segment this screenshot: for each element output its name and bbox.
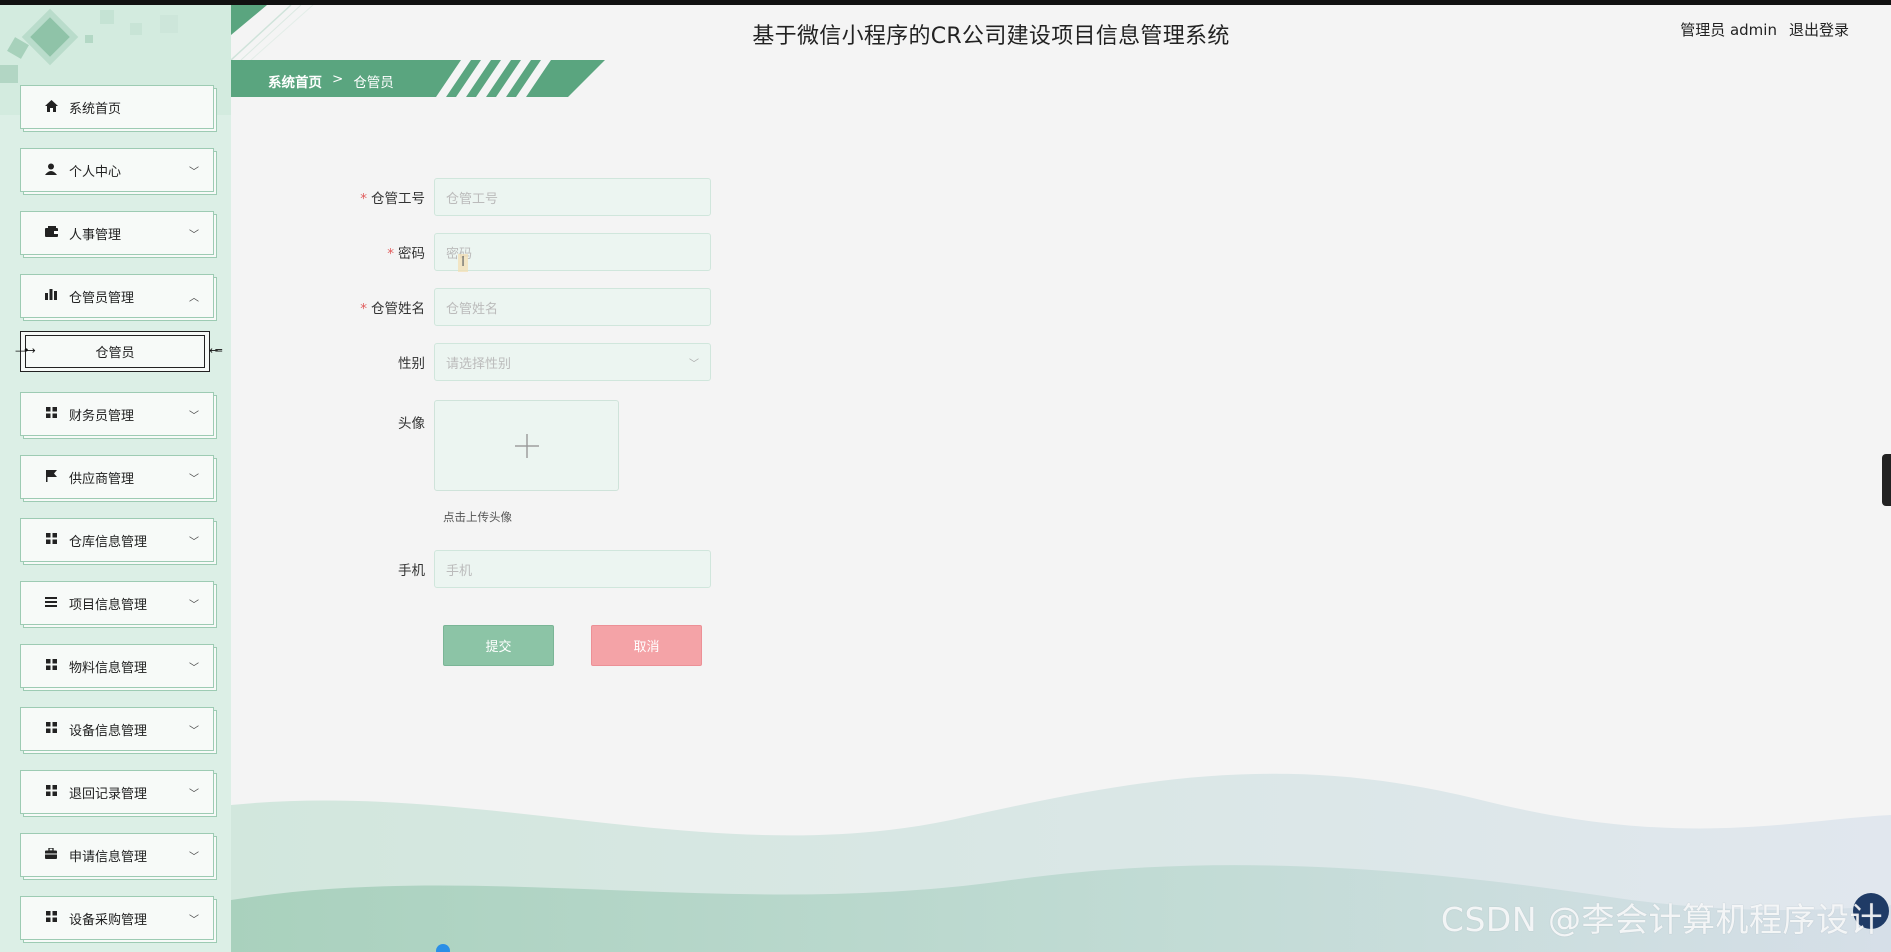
breadcrumb-home[interactable]: 系统首页 [268,71,322,91]
gender-select[interactable]: 请选择性别 ﹀ [434,343,711,381]
chevron-down-icon: ﹀ [189,166,199,178]
chevron-down-icon: ﹀ [189,851,199,863]
sidebar-item-label: 仓管员管理 [69,290,135,306]
chevron-down-icon: ﹀ [689,359,699,370]
grid-icon [43,533,59,547]
required-star: * [360,301,367,317]
sidebar-item-return-records[interactable]: 退回记录管理 ﹀ [20,770,214,814]
list-icon [43,596,59,610]
sidebar-subitem-label: 仓管员 [95,346,135,361]
sidebar-item-label: 物料信息管理 [69,660,148,676]
form-row-gender: 性别 请选择性别 ﹀ [350,343,750,381]
sidebar-item-warehouse-info[interactable]: 仓库信息管理 ﹀ [20,518,214,562]
grid-icon [43,659,59,673]
phone-label: 手机 [398,563,425,579]
chevron-down-icon: ﹀ [189,410,199,422]
page-title: 基于微信小程序的CR公司建设项目信息管理系统 [752,24,1230,49]
grid-icon [43,911,59,925]
plus-icon [514,433,539,458]
sidebar: 系统首页 个人中心 ﹀ 人事管理 ﹀ 仓管员管理 ︿ —•→ 仓管员 ←═ 财务… [0,5,231,952]
arrow-left-icon: ←═ [209,344,222,357]
chevron-down-icon: ﹀ [189,599,199,611]
sidebar-item-label: 退回记录管理 [69,786,148,802]
sidebar-item-label: 项目信息管理 [69,597,148,613]
user-label: 管理员 admin [1680,21,1777,39]
password-input[interactable]: 密码 [434,233,711,271]
sidebar-item-hr[interactable]: 人事管理 ﹀ [20,211,214,255]
breadcrumb-current: 仓管员 [353,75,394,91]
form-row-staff-id: * 仓管工号 仓管工号 [350,178,750,216]
sidebar-item-equipment-info[interactable]: 设备信息管理 ﹀ [20,707,214,751]
sidebar-item-label: 申请信息管理 [69,849,148,865]
chevron-down-icon: ﹀ [189,473,199,485]
avatar-label: 头像 [398,416,425,432]
chevron-down-icon: ﹀ [189,725,199,737]
sidebar-item-project-info[interactable]: 项目信息管理 ﹀ [20,581,214,625]
sidebar-item-warehouse-staff[interactable]: 仓管员管理 ︿ [20,274,214,318]
briefcase-icon [43,847,59,862]
sidebar-item-label: 设备信息管理 [69,723,148,739]
sidebar-subitem-warehouse-staff[interactable]: —•→ 仓管员 ←═ [15,331,222,372]
user-icon [43,163,59,178]
status-dot [436,944,450,952]
chevron-down-icon: ﹀ [189,536,199,548]
gender-label: 性别 [398,356,425,372]
grid-icon [43,722,59,736]
watermark-text: CSDN @李会计算机程序设计 [1440,900,1883,939]
sidebar-item-label: 供应商管理 [69,471,135,487]
sidebar-item-label: 财务员管理 [69,408,135,424]
password-label: * 密码 [387,246,425,262]
bar-chart-icon [43,289,59,303]
sidebar-item-equipment-purchase[interactable]: 设备采购管理 ﹀ [20,896,214,940]
chevron-up-icon: ︿ [189,292,199,304]
sidebar-item-label: 个人中心 [69,164,122,180]
avatar-upload[interactable] [434,400,619,491]
text-cursor-icon: I [458,254,468,272]
sidebar-item-label: 人事管理 [69,227,122,243]
sidebar-item-finance-staff[interactable]: 财务员管理 ﹀ [20,392,214,436]
sidebar-item-application-info[interactable]: 申请信息管理 ﹀ [20,833,214,877]
grid-icon [43,407,59,421]
breadcrumb: 系统首页 > 仓管员 [268,71,394,91]
flag-icon [43,469,59,485]
chevron-down-icon: ﹀ [189,788,199,800]
chevron-down-icon: ﹀ [189,914,199,926]
sidebar-item-label: 设备采购管理 [69,912,148,928]
staff-id-input[interactable]: 仓管工号 [434,178,711,216]
sidebar-item-personal-center[interactable]: 个人中心 ﹀ [20,148,214,192]
form-row-staff-name: * 仓管姓名 仓管姓名 [350,288,750,326]
sidebar-item-home[interactable]: 系统首页 [20,85,214,129]
staff-name-input[interactable]: 仓管姓名 [434,288,711,326]
wallet-icon [43,226,59,240]
submit-button[interactable]: 提交 [443,625,554,666]
scrollbar-thumb[interactable] [1882,454,1891,506]
staff-id-label: * 仓管工号 [360,191,425,207]
form-row-avatar: 头像 [350,400,750,491]
logout-link[interactable]: 退出登录 [1789,19,1849,40]
home-icon [43,99,59,115]
phone-input[interactable]: 手机 [434,550,711,588]
user-area: 管理员 admin 退出登录 [1680,19,1849,40]
required-star: * [387,246,394,262]
form-row-phone: 手机 手机 [350,550,750,588]
staff-name-label: * 仓管姓名 [360,301,425,317]
sidebar-item-label: 系统首页 [69,101,122,117]
sidebar-item-material-info[interactable]: 物料信息管理 ﹀ [20,644,214,688]
cancel-button[interactable]: 取消 [591,625,702,666]
chevron-down-icon: ﹀ [189,229,199,241]
avatar-upload-hint: 点击上传头像 [443,510,512,524]
arrow-right-icon: —•→ [15,344,36,357]
required-star: * [360,191,367,207]
sidebar-item-supplier[interactable]: 供应商管理 ﹀ [20,455,214,499]
breadcrumb-separator: > [332,71,344,87]
form-row-password: *密码 密码 [350,233,750,271]
grid-icon [43,785,59,799]
chevron-down-icon: ﹀ [189,662,199,674]
sidebar-item-label: 仓库信息管理 [69,534,148,550]
